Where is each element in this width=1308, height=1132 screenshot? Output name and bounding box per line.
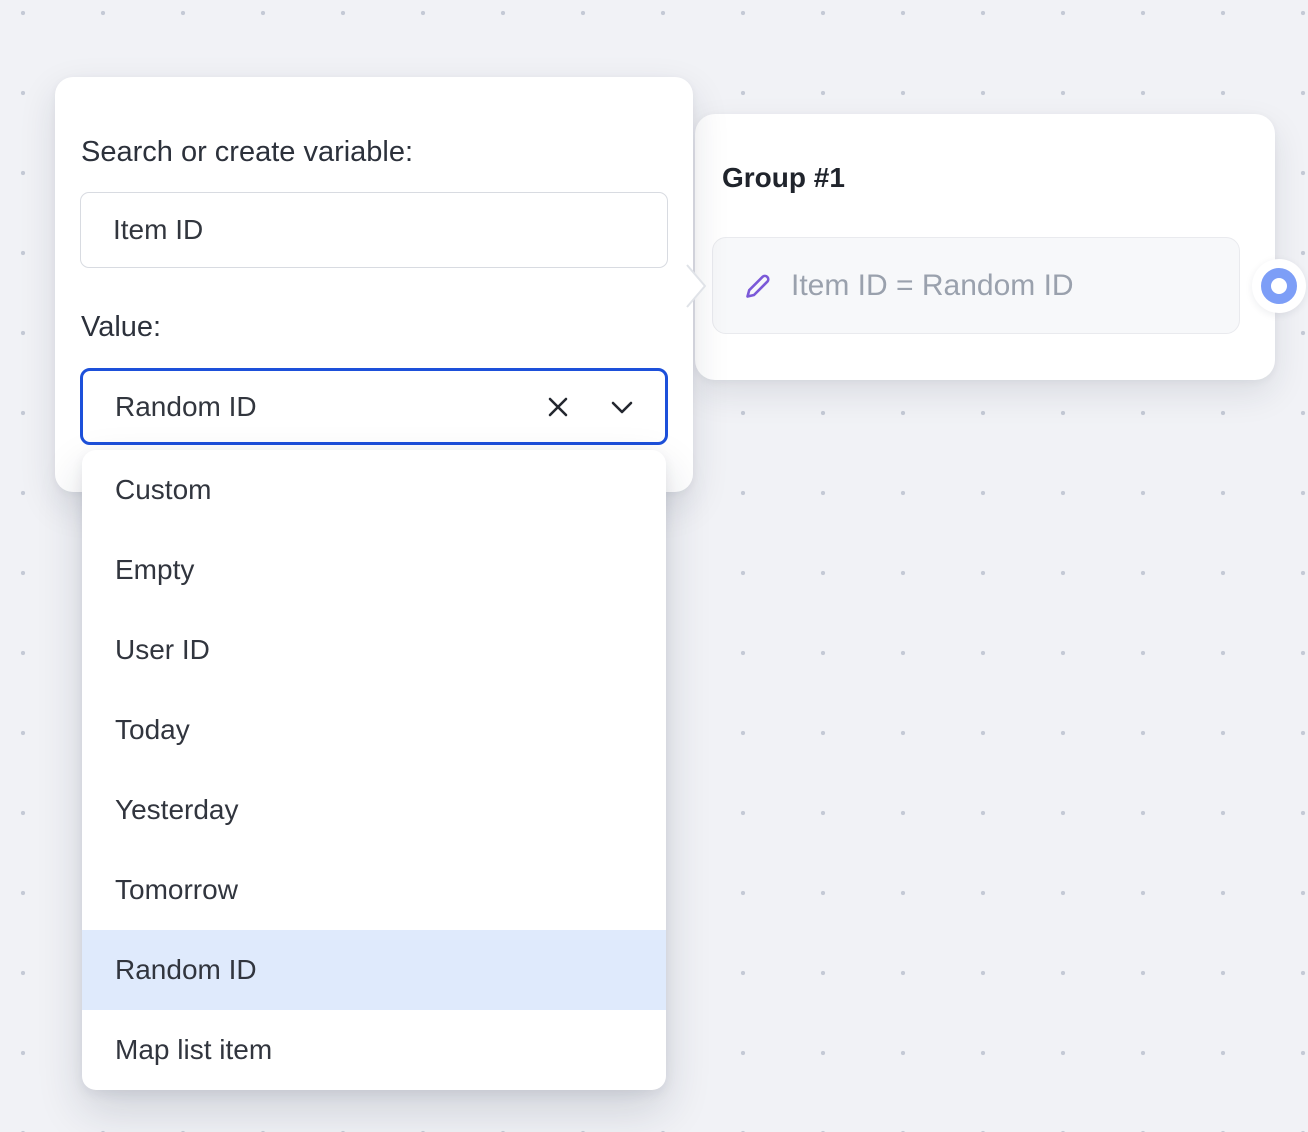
group-node-card: Group #1 Item ID = Random ID <box>695 114 1275 380</box>
search-or-create-label: Search or create variable: <box>81 136 413 168</box>
option-random-id[interactable]: Random ID <box>82 930 666 1010</box>
value-select[interactable]: Random ID <box>80 368 668 445</box>
option-label: Today <box>115 714 190 746</box>
value-options-dropdown: Custom Empty User ID Today Yesterday Tom… <box>82 450 666 1090</box>
group-title: Group #1 <box>722 162 845 194</box>
option-label: Empty <box>115 554 194 586</box>
output-port-ring <box>1261 268 1297 304</box>
option-label: Custom <box>115 474 211 506</box>
option-label: Yesterday <box>115 794 239 826</box>
option-map-list-item[interactable]: Map list item <box>82 1010 666 1090</box>
option-today[interactable]: Today <box>82 690 666 770</box>
variable-popover: Search or create variable: Value: Random… <box>55 77 693 492</box>
option-label: Random ID <box>115 954 257 986</box>
option-label: Tomorrow <box>115 874 238 906</box>
option-label: User ID <box>115 634 210 666</box>
condition-chip[interactable]: Item ID = Random ID <box>712 237 1240 334</box>
workflow-canvas: Search or create variable: Value: Random… <box>0 0 1308 1132</box>
option-custom[interactable]: Custom <box>82 450 666 530</box>
value-select-current: Random ID <box>115 391 541 423</box>
value-label: Value: <box>81 311 161 343</box>
option-tomorrow[interactable]: Tomorrow <box>82 850 666 930</box>
option-user-id[interactable]: User ID <box>82 610 666 690</box>
condition-text: Item ID = Random ID <box>791 269 1074 303</box>
popover-tail-chevron <box>686 263 710 314</box>
chevron-down-icon[interactable] <box>605 390 639 424</box>
option-empty[interactable]: Empty <box>82 530 666 610</box>
variable-search-input[interactable] <box>80 192 668 268</box>
option-label: Map list item <box>115 1034 272 1066</box>
output-port[interactable] <box>1252 259 1306 313</box>
pencil-icon <box>742 270 774 302</box>
option-yesterday[interactable]: Yesterday <box>82 770 666 850</box>
clear-icon[interactable] <box>541 390 575 424</box>
